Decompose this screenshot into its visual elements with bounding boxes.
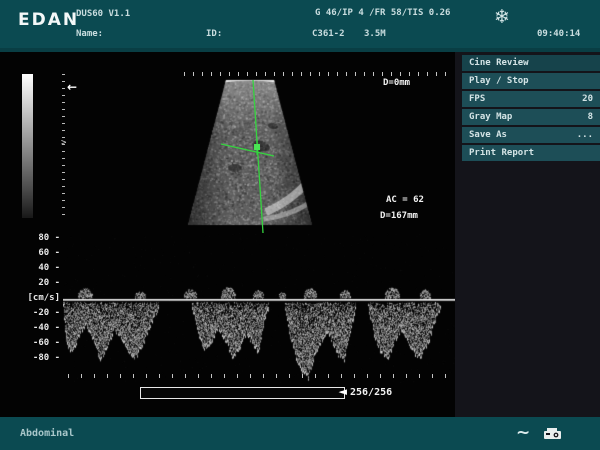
menu-item-label: Play / Stop [469,73,529,89]
freeze-snowflake-icon: ❄ [494,6,510,28]
image-display-area: ← > D=0mm AC = 62 D=167mm 80 - 60 - 40 -… [0,52,455,417]
menu-item-cine-review[interactable]: Cine Review [462,55,600,71]
velocity-scale-label: -40 - [6,323,60,333]
probe-frequency: 3.5M [364,29,386,39]
body-mark-icon: ~ [516,423,530,443]
depth-readout: D=0mm [383,78,410,88]
menu-item-label: Save As [469,127,507,143]
menu-item-gray-map[interactable]: Gray Map 8 [462,109,600,125]
menu-item-label: Print Report [469,145,534,161]
menu-item-save-as[interactable]: Save As ... [462,127,600,143]
status-bar: Abdominal ~ [0,417,600,450]
velocity-scale-label: -20 - [6,308,60,318]
orientation-arrow-icon: ← [67,80,77,94]
cine-cursor-icon[interactable]: ◄ [339,385,347,399]
velocity-scale-label: 40 - [6,263,60,273]
velocity-scale-label: -80 - [6,353,60,363]
top-info-bar: EDAN DUS60 V1.1 Name: ID: G 46/IP 4 /FR … [0,0,600,52]
patient-name-label: Name: [76,29,103,39]
printer-icon[interactable] [543,427,563,441]
menu-item-label: FPS [469,91,485,107]
menu-item-value: ... [577,127,593,143]
velocity-scale-label: 60 - [6,248,60,258]
menu-item-value: 8 [588,109,593,125]
velocity-unit-label: [cm/s] [6,293,60,303]
cine-progress-bar[interactable]: ◄ [140,387,345,399]
menu-item-label: Cine Review [469,55,529,71]
measurement-caliper-overlay [175,68,325,238]
velocity-scale-label: 20 - [6,278,60,288]
velocity-scale-label: 80 - [6,233,60,243]
distance-measurement-readout: D=167mm [380,211,418,221]
velocity-scale-label: -60 - [6,338,60,348]
grayscale-map-bar [22,74,33,218]
menu-item-fps[interactable]: FPS 20 [462,91,600,107]
edan-logo: EDAN [18,10,79,30]
system-version: DUS60 V1.1 [76,9,130,19]
menu-item-label: Gray Map [469,109,512,125]
cine-frame-counter: 256/256 [350,387,392,398]
exam-mode-label: Abdominal [20,428,74,439]
probe-model: C361-2 [312,29,345,39]
focus-position-marker: > [61,138,66,148]
ultrasound-screen: EDAN DUS60 V1.1 Name: ID: G 46/IP 4 /FR … [0,0,600,450]
patient-id-label: ID: [206,29,222,39]
ac-measurement-readout: AC = 62 [386,195,424,205]
menu-item-play-stop[interactable]: Play / Stop [462,73,600,89]
menu-item-print-report[interactable]: Print Report [462,145,600,161]
spectral-doppler-trace [63,233,455,383]
soft-menu-panel: Cine Review Play / Stop FPS 20 Gray Map … [455,52,600,417]
clock: 09:40:14 [537,29,580,39]
imaging-parameters: G 46/IP 4 /FR 58/TIS 0.26 [315,8,450,18]
time-scale-ticks [68,374,456,378]
menu-item-value: 20 [582,91,593,107]
